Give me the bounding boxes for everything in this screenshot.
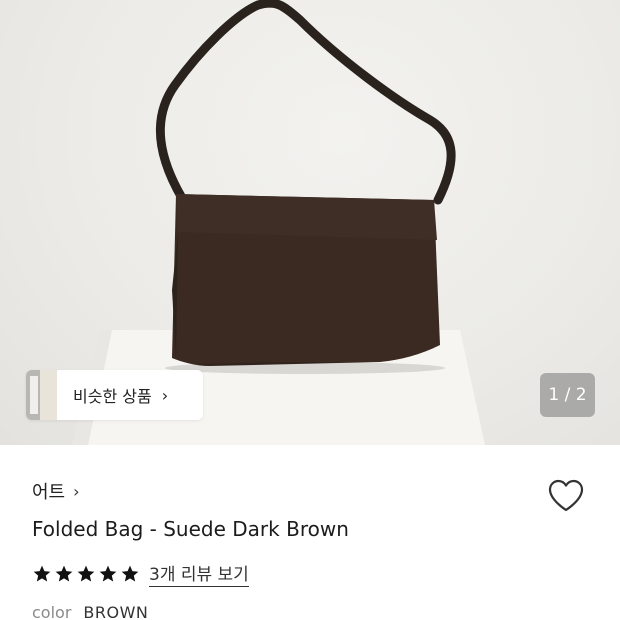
rating-stars — [32, 564, 140, 584]
similar-products-label: 비슷한 상품 — [73, 387, 152, 406]
similar-products-button[interactable]: 비슷한 상품 › — [26, 370, 203, 420]
view-reviews-link[interactable]: 3개 리뷰 보기 — [149, 560, 249, 587]
product-title: Folded Bag - Suede Dark Brown — [32, 517, 349, 541]
product-detail-page: 비슷한 상품 › 1 / 2 어트 › Folded Bag - Suede D… — [0, 0, 620, 620]
wishlist-heart-icon[interactable] — [546, 476, 586, 516]
star-icon — [33, 565, 51, 581]
star-icon — [121, 565, 139, 581]
star-icon — [55, 565, 73, 581]
color-option-row: color BROWN — [32, 603, 148, 620]
image-pager-indicator: 1 / 2 — [540, 373, 595, 417]
color-option-value: BROWN — [83, 603, 149, 620]
chevron-right-icon: › — [73, 481, 80, 501]
star-icon — [99, 565, 117, 581]
chevron-right-icon: › — [161, 385, 169, 405]
rating-row: 3개 리뷰 보기 — [32, 560, 249, 587]
product-image-carousel[interactable]: 비슷한 상품 › 1 / 2 — [0, 0, 620, 445]
brand-link[interactable]: 어트 › — [32, 478, 80, 504]
similar-product-thumbnails — [26, 370, 57, 420]
brand-name: 어트 — [32, 482, 66, 503]
color-option-label: color — [32, 603, 72, 620]
star-icon — [77, 565, 95, 581]
